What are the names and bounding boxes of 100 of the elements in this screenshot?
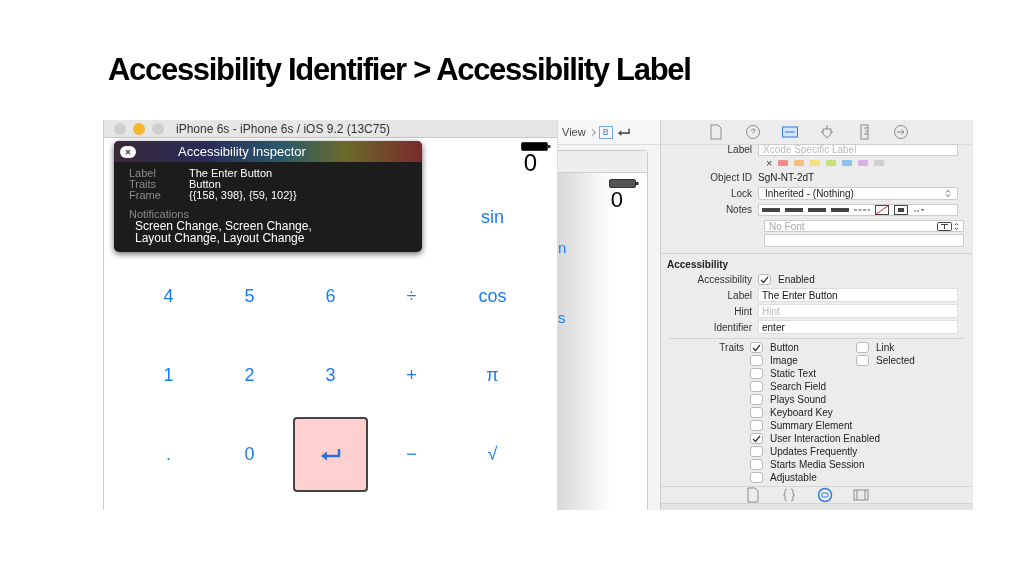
more-icon[interactable] xyxy=(913,206,925,213)
checkbox-label: Summary Element xyxy=(770,419,853,433)
calculator-key[interactable]: 6 xyxy=(321,283,340,310)
align-icon[interactable] xyxy=(762,206,780,213)
checkbox[interactable] xyxy=(750,459,763,470)
color-tag[interactable] xyxy=(874,160,885,166)
checkbox-label: Keyboard Key xyxy=(770,406,833,420)
calculator-key[interactable]: 5 xyxy=(240,283,259,310)
checkbox[interactable] xyxy=(750,446,763,457)
notifications-label: Notifications xyxy=(129,209,190,220)
checkbox[interactable] xyxy=(856,355,869,366)
field-value: Button xyxy=(189,179,221,190)
checkbox-label: User Interaction Enabled xyxy=(770,432,881,446)
color-tag[interactable] xyxy=(858,160,869,166)
close-icon[interactable] xyxy=(120,145,136,158)
field-label: Lock xyxy=(729,186,753,201)
field-label: Label xyxy=(726,143,753,157)
stepper-icon xyxy=(945,188,951,198)
calculator-key[interactable]: + xyxy=(402,362,421,389)
calculator-key[interactable]: π xyxy=(482,362,503,389)
calculator-key[interactable]: √ xyxy=(483,441,502,468)
color-tag[interactable] xyxy=(842,160,853,166)
calculator-display: 0 xyxy=(523,150,537,176)
checkbox-label: Button xyxy=(770,341,799,355)
checkbox-label: Enabled xyxy=(778,273,815,287)
battery-icon xyxy=(609,179,639,188)
checkbox[interactable] xyxy=(750,420,763,431)
return-arrow-icon xyxy=(319,447,342,462)
align-icon[interactable] xyxy=(831,206,849,213)
no-color-icon[interactable] xyxy=(875,204,889,215)
font-icon[interactable] xyxy=(937,221,959,231)
checkbox-label: Plays Sound xyxy=(770,393,827,407)
color-tag[interactable] xyxy=(826,160,837,166)
calculator-display: 0 xyxy=(610,188,624,212)
text-color-icon[interactable] xyxy=(894,204,908,215)
checkbox-label: Image xyxy=(770,354,798,368)
calculator-key[interactable]: . xyxy=(162,441,175,468)
input-field[interactable]: Hint xyxy=(758,304,958,318)
enter-key[interactable] xyxy=(293,417,368,492)
field-label: Label xyxy=(726,288,753,303)
calculator-key[interactable]: − xyxy=(402,441,421,468)
field-label: Traits xyxy=(718,341,745,355)
checkbox[interactable] xyxy=(750,381,763,392)
return-arrow-icon xyxy=(616,127,631,137)
align-icon[interactable] xyxy=(785,206,803,213)
calculator-key[interactable]: sin xyxy=(477,204,508,231)
separator-icon[interactable] xyxy=(854,207,870,212)
slide-title: Accessibility Identifier > Accessibility Label xyxy=(108,51,691,89)
checkbox-label: Static Text xyxy=(770,367,816,381)
field-label: Notes xyxy=(724,203,753,217)
field-label: Identifier xyxy=(712,320,753,335)
input-field[interactable]: The Enter Button xyxy=(758,288,958,302)
calculator-key[interactable]: cos xyxy=(474,283,511,310)
checkbox-label: Adjustable xyxy=(770,471,817,485)
lock-select[interactable]: Inherited - (Nothing) xyxy=(758,186,958,200)
checkbox-label: Selected xyxy=(876,354,915,368)
checkbox[interactable] xyxy=(758,274,771,285)
font-field[interactable]: No Font xyxy=(764,220,964,232)
notification-text: Screen Change, Screen Change, xyxy=(134,220,313,232)
field-label: Traits xyxy=(129,179,158,190)
input-field[interactable]: enter xyxy=(758,320,958,334)
battery-icon xyxy=(521,142,551,151)
checkbox-label: Link xyxy=(876,341,895,355)
color-tag[interactable] xyxy=(794,160,805,166)
color-tag[interactable] xyxy=(810,160,821,166)
checkbox[interactable] xyxy=(750,472,763,483)
calculator-key[interactable]: 3 xyxy=(321,362,340,389)
checkbox[interactable] xyxy=(750,368,763,379)
field-label: Hint xyxy=(733,304,753,319)
scene-badge[interactable]: B xyxy=(598,125,613,139)
window-title: iPhone 6s - iPhone 6s / iOS 9.2 (13C75) xyxy=(176,120,391,138)
clear-tag-button[interactable]: × xyxy=(766,157,773,169)
field-value: {{158, 398}, {59, 102}} xyxy=(189,190,297,201)
calculator-key[interactable]: 2 xyxy=(240,362,259,389)
calculator-key[interactable]: 0 xyxy=(240,441,259,468)
color-tag[interactable] xyxy=(778,160,789,166)
checkbox[interactable] xyxy=(750,342,763,353)
calculator-key[interactable]: ÷ xyxy=(402,283,421,310)
key-label-fragment: n xyxy=(558,240,568,256)
breadcrumb-item[interactable]: View xyxy=(562,123,586,141)
overlay-title: Accessibility Inspector xyxy=(178,142,306,161)
checkbox[interactable] xyxy=(750,394,763,405)
calculator-key[interactable]: 1 xyxy=(159,362,178,389)
field-label: Object ID xyxy=(709,171,753,185)
checkbox[interactable] xyxy=(856,342,869,353)
checkbox[interactable] xyxy=(750,355,763,366)
align-icon[interactable] xyxy=(808,206,826,213)
input-field[interactable]: Xcode Specific Label xyxy=(758,143,958,156)
calculator-key[interactable]: 4 xyxy=(159,283,178,310)
checkbox-label: Starts Media Session xyxy=(770,458,865,472)
field-label: Frame xyxy=(129,190,162,201)
object-id: SgN-NT-2dT xyxy=(758,171,815,185)
field-label: Accessibility xyxy=(696,273,753,287)
checkbox[interactable] xyxy=(750,433,763,444)
key-label-fragment: s xyxy=(558,310,567,326)
section-title: Accessibility xyxy=(667,259,729,270)
minimize-icon[interactable] xyxy=(133,122,145,135)
notification-text: Layout Change, Layout Change xyxy=(134,232,305,244)
checkbox[interactable] xyxy=(750,407,763,418)
checkbox-label: Search Field xyxy=(770,380,827,394)
